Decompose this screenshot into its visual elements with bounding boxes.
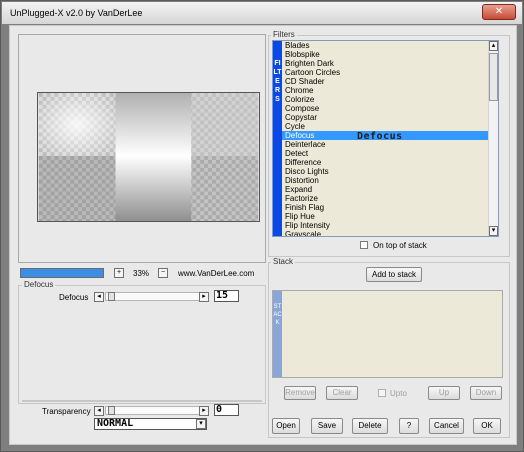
- ok-button[interactable]: OK: [473, 418, 501, 434]
- scroll-down-icon[interactable]: ▾: [489, 226, 498, 236]
- filter-list-item[interactable]: Cycle: [282, 122, 488, 131]
- dialog-client: + 33% − www.VanDerLee.com Defocus Defocu…: [9, 25, 517, 445]
- scroll-thumb[interactable]: [489, 53, 498, 101]
- filter-list-item[interactable]: Colorize: [282, 95, 488, 104]
- on-top-checkbox[interactable]: [360, 241, 368, 249]
- preview-image[interactable]: [37, 92, 260, 222]
- clear-button[interactable]: Clear: [326, 386, 358, 400]
- zoom-level: 33%: [133, 269, 150, 278]
- filter-list-item[interactable]: Distortion: [282, 176, 488, 185]
- defocus-decrease-button[interactable]: ◂: [94, 292, 104, 302]
- defocus-slider-thumb[interactable]: [108, 292, 115, 301]
- remove-button[interactable]: Remove: [284, 386, 316, 400]
- preview-panel: [18, 34, 266, 263]
- chevron-down-icon[interactable]: ▾: [196, 419, 206, 429]
- app-window: UnPlugged-X v2.0 by VanDerLee ✕ + 33% − …: [0, 0, 524, 452]
- filter-list-item[interactable]: Factorize: [282, 194, 488, 203]
- blend-mode-value: NORMAL: [97, 418, 134, 429]
- title-bar[interactable]: UnPlugged-X v2.0 by VanDerLee ✕: [2, 2, 522, 24]
- upto-checkbox[interactable]: [378, 389, 386, 397]
- filter-list[interactable]: FILTERS Blades Blobspike Brighten Dark Cart…: [272, 40, 499, 237]
- filter-list-item[interactable]: Flip Intensity: [282, 221, 488, 230]
- zoom-in-button[interactable]: +: [114, 268, 124, 278]
- close-button[interactable]: ✕: [482, 4, 516, 20]
- transparency-increase-button[interactable]: ▸: [199, 406, 209, 416]
- cancel-button[interactable]: Cancel: [429, 418, 464, 434]
- filter-list-item[interactable]: Gravscale: [282, 230, 488, 236]
- transparency-slider[interactable]: [105, 406, 208, 415]
- add-to-stack-button[interactable]: Add to stack: [366, 267, 422, 282]
- stack-list[interactable]: STACK: [272, 290, 503, 378]
- delete-button[interactable]: Delete: [352, 418, 388, 434]
- defocus-increase-button[interactable]: ▸: [199, 292, 209, 302]
- defocus-group-label: Defocus: [22, 280, 56, 289]
- website-link[interactable]: www.VanDerLee.com: [178, 269, 254, 278]
- zoom-out-button[interactable]: −: [158, 268, 168, 278]
- defocus-group: [18, 285, 266, 404]
- filter-list-item[interactable]: Detect: [282, 149, 488, 158]
- open-button[interactable]: Open: [272, 418, 300, 434]
- blend-mode-select[interactable]: NORMAL ▾: [94, 418, 207, 430]
- filter-list-item[interactable]: Expand: [282, 185, 488, 194]
- transparency-divider: [22, 400, 262, 402]
- render-progress-bar: [20, 268, 104, 278]
- filter-list-item[interactable]: CD Shader: [282, 77, 488, 86]
- transparency-label: Transparency: [42, 407, 91, 416]
- selected-filter-banner: Defocus: [357, 131, 403, 142]
- filter-list-item[interactable]: Blobspike: [282, 50, 488, 59]
- defocus-slider[interactable]: [105, 292, 208, 301]
- upto-label: Upto: [390, 389, 407, 398]
- filter-list-item[interactable]: Flip Hue: [282, 212, 488, 221]
- filters-group-label: Filters: [271, 30, 297, 39]
- window-title: UnPlugged-X v2.0 by VanDerLee: [10, 8, 143, 18]
- filter-list-item[interactable]: Copystar: [282, 113, 488, 122]
- transparency-value-display[interactable]: 0: [214, 404, 239, 416]
- filter-list-item[interactable]: Difference: [282, 158, 488, 167]
- filter-list-item[interactable]: Blades: [282, 41, 488, 50]
- help-button[interactable]: ?: [399, 418, 419, 434]
- stack-sidebar-text: STACK: [273, 291, 282, 377]
- filters-sidebar-text: FILTERS: [273, 41, 282, 236]
- filter-list-scrollbar[interactable]: ▴ ▾: [488, 41, 498, 236]
- filter-list-item[interactable]: Disco Lights: [282, 167, 488, 176]
- filter-list-item[interactable]: Compose: [282, 104, 488, 113]
- on-top-label: On top of stack: [373, 241, 427, 250]
- filter-list-item[interactable]: Cartoon Circles: [282, 68, 488, 77]
- defocus-param-label: Defocus: [59, 293, 89, 302]
- defocus-value-display[interactable]: 15: [214, 290, 239, 302]
- filter-list-item[interactable]: Brighten Dark: [282, 59, 488, 68]
- filter-list-item[interactable]: Finish Flag: [282, 203, 488, 212]
- scroll-up-icon[interactable]: ▴: [489, 41, 498, 51]
- stack-group-label: Stack: [271, 257, 296, 266]
- down-button[interactable]: Down: [470, 386, 502, 400]
- transparency-slider-thumb[interactable]: [108, 406, 115, 415]
- save-button[interactable]: Save: [311, 418, 343, 434]
- up-button[interactable]: Up: [428, 386, 460, 400]
- transparency-decrease-button[interactable]: ◂: [94, 406, 104, 416]
- filter-list-item[interactable]: Chrome: [282, 86, 488, 95]
